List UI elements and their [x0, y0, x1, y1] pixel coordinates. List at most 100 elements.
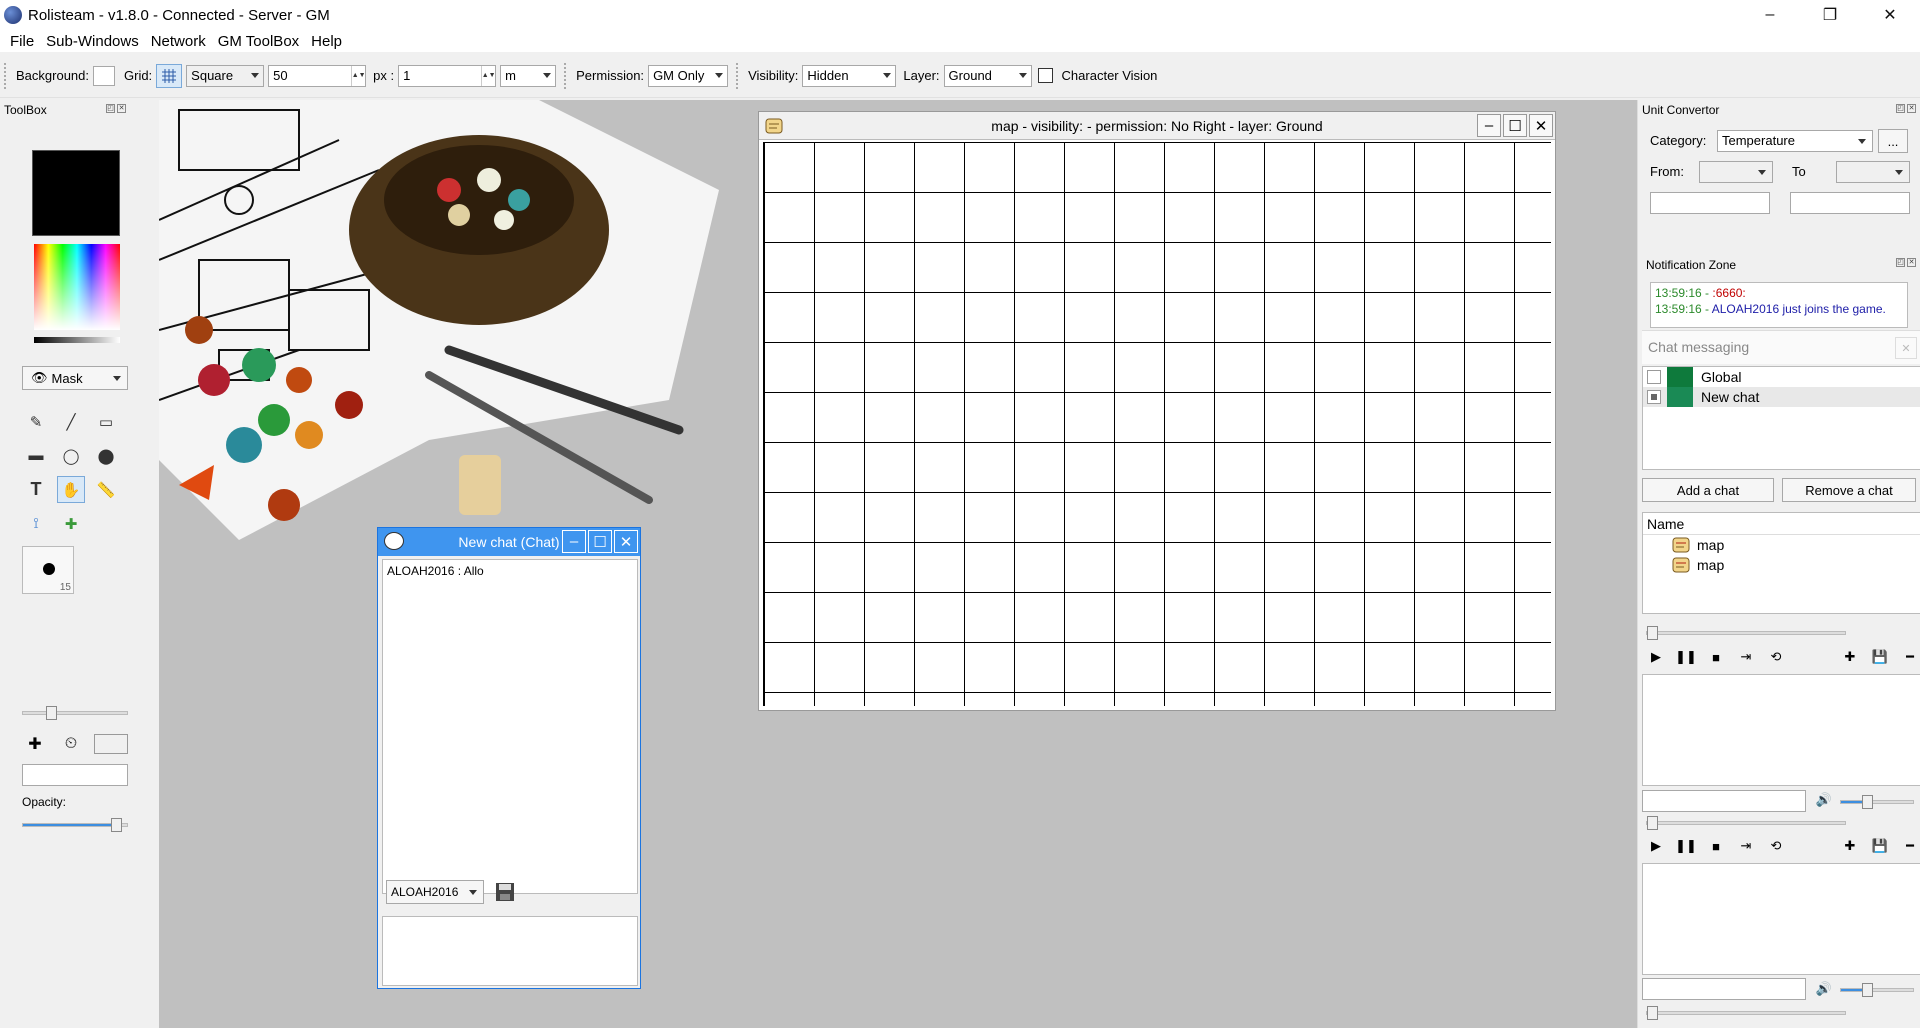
- filled-rectangle-icon[interactable]: ▬: [22, 442, 50, 469]
- to-value-field[interactable]: [1790, 192, 1910, 214]
- menu-help[interactable]: Help: [305, 33, 348, 50]
- chat-window-titlebar[interactable]: New chat (Chat) – ☐ ✕: [378, 528, 640, 556]
- empty-ellipse-icon[interactable]: ◯: [57, 442, 85, 469]
- menu-gm-toolbox[interactable]: GM ToolBox: [212, 33, 305, 50]
- close-icon[interactable]: ✕: [1895, 337, 1917, 359]
- grid-toggle-button[interactable]: [156, 63, 183, 88]
- close-button[interactable]: ✕: [1860, 0, 1920, 30]
- visibility-select[interactable]: Hidden: [802, 64, 897, 87]
- media-list-item[interactable]: map: [1643, 555, 1920, 575]
- save-playlist-icon[interactable]: 💾: [1868, 645, 1892, 669]
- name-column-header[interactable]: Name: [1643, 513, 1920, 535]
- more-button[interactable]: ...: [1878, 129, 1908, 153]
- chat-visible-checkbox[interactable]: [1647, 390, 1661, 404]
- grid-shape-select[interactable]: Square: [186, 64, 265, 87]
- player-position-slider[interactable]: [1646, 626, 1846, 640]
- mask-mode-select[interactable]: 👁 Mask: [22, 366, 128, 390]
- player-position-slider[interactable]: [1646, 1006, 1846, 1020]
- stop-icon[interactable]: ■: [1704, 834, 1728, 858]
- add-icon[interactable]: ✚: [22, 732, 48, 756]
- play-icon[interactable]: ▶: [1644, 645, 1668, 669]
- volume-slider[interactable]: [1840, 983, 1914, 997]
- volume-icon[interactable]: 🔊: [1812, 977, 1836, 1001]
- add-chat-button[interactable]: Add a chat: [1642, 478, 1774, 502]
- volume-slider[interactable]: [1840, 795, 1914, 809]
- player-position-slider[interactable]: [1646, 816, 1846, 830]
- chat-input-field[interactable]: [382, 916, 638, 986]
- hand-icon[interactable]: ✋: [57, 476, 85, 503]
- chat-user-select[interactable]: ALOAH2016: [386, 880, 484, 904]
- stop-icon[interactable]: ■: [1704, 645, 1728, 669]
- pause-icon[interactable]: ❚❚: [1674, 645, 1698, 669]
- layer-select[interactable]: Ground: [943, 64, 1032, 87]
- slider-handle[interactable]: [1862, 795, 1873, 809]
- playlist-box[interactable]: [1642, 863, 1920, 975]
- add-npc-icon[interactable]: ✚: [57, 510, 85, 537]
- to-unit-select[interactable]: [1836, 161, 1910, 183]
- repeat-icon[interactable]: ⟲: [1764, 645, 1788, 669]
- line-icon[interactable]: ╱: [57, 408, 85, 435]
- remove-song-icon[interactable]: ━: [1898, 834, 1920, 858]
- from-unit-select[interactable]: [1699, 161, 1773, 183]
- chat-minimize-button[interactable]: –: [562, 530, 586, 553]
- spin-arrows-icon[interactable]: ▲▼: [351, 65, 366, 86]
- next-icon[interactable]: ⇥: [1734, 645, 1758, 669]
- current-color-swatch[interactable]: [32, 150, 120, 236]
- media-list-item[interactable]: map: [1643, 535, 1920, 555]
- menu-sub-windows[interactable]: Sub-Windows: [40, 33, 145, 50]
- repeat-icon[interactable]: ⟲: [1764, 834, 1788, 858]
- map-window-titlebar[interactable]: map - visibility: - permission: No Right…: [759, 112, 1555, 140]
- chat-visible-checkbox[interactable]: [1647, 370, 1661, 384]
- empty-rectangle-icon[interactable]: ▭: [92, 408, 120, 435]
- chat-list-item[interactable]: Global: [1643, 367, 1920, 387]
- next-icon[interactable]: ⇥: [1734, 834, 1758, 858]
- grayscale-bar[interactable]: [34, 337, 120, 343]
- counter-field[interactable]: [94, 734, 128, 754]
- slider-handle[interactable]: [111, 818, 122, 832]
- slider-handle[interactable]: [1647, 1006, 1658, 1020]
- permission-select[interactable]: GM Only: [648, 64, 729, 87]
- map-minimize-button[interactable]: –: [1477, 114, 1501, 137]
- map-close-button[interactable]: ✕: [1529, 114, 1553, 137]
- remove-song-icon[interactable]: ━: [1898, 645, 1920, 669]
- toolbar-grip[interactable]: [4, 62, 8, 89]
- menu-file[interactable]: File: [4, 33, 40, 50]
- slider-handle[interactable]: [1647, 626, 1658, 640]
- pen-size-slider[interactable]: [22, 706, 128, 720]
- slider-handle[interactable]: [1862, 983, 1873, 997]
- text-icon[interactable]: T: [22, 476, 50, 503]
- grid-size-spinbox[interactable]: 50 ▲▼: [268, 64, 367, 87]
- ruler-icon[interactable]: 📏: [92, 476, 120, 503]
- float-icon[interactable]: ◰: [1896, 258, 1905, 267]
- color-spectrum[interactable]: [34, 244, 120, 330]
- close-icon[interactable]: ✕: [1907, 258, 1916, 267]
- chat-list-item[interactable]: New chat: [1643, 387, 1920, 407]
- add-song-icon[interactable]: ✚: [1838, 645, 1862, 669]
- menu-network[interactable]: Network: [145, 33, 212, 50]
- save-icon[interactable]: [492, 880, 518, 904]
- opacity-slider[interactable]: [22, 818, 128, 832]
- playlist-box[interactable]: [1642, 674, 1920, 786]
- slider-handle[interactable]: [46, 706, 57, 720]
- close-icon[interactable]: ✕: [117, 104, 126, 113]
- map-grid-canvas[interactable]: [763, 142, 1551, 706]
- npc-name-field[interactable]: [22, 764, 128, 786]
- remove-chat-button[interactable]: Remove a chat: [1782, 478, 1916, 502]
- path-icon[interactable]: ⟟: [22, 510, 50, 537]
- spin-arrows-icon[interactable]: ▲▼: [481, 65, 496, 86]
- minimize-button[interactable]: –: [1740, 0, 1800, 30]
- pencil-icon[interactable]: ✎: [22, 408, 50, 435]
- background-color-swatch[interactable]: [93, 65, 115, 86]
- from-value-field[interactable]: [1650, 192, 1770, 214]
- volume-icon[interactable]: 🔊: [1812, 788, 1836, 812]
- play-icon[interactable]: ▶: [1644, 834, 1668, 858]
- save-playlist-icon[interactable]: 💾: [1868, 834, 1892, 858]
- close-icon[interactable]: ✕: [1907, 104, 1916, 113]
- unit-select[interactable]: m: [500, 64, 557, 87]
- scale-spinbox[interactable]: 1 ▲▼: [398, 64, 497, 87]
- maximize-button[interactable]: ❐: [1800, 0, 1860, 30]
- chat-maximize-button[interactable]: ☐: [588, 530, 612, 553]
- float-icon[interactable]: ◰: [106, 104, 115, 113]
- category-select[interactable]: Temperature: [1717, 130, 1873, 152]
- reset-counter-icon[interactable]: ⏲: [58, 732, 84, 756]
